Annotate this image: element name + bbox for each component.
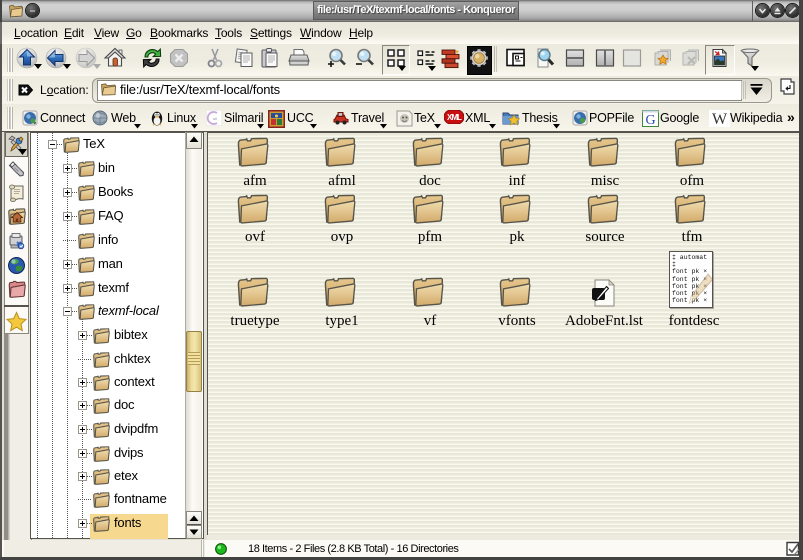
svg-text:W: W — [712, 111, 728, 127]
svg-text:G: G — [645, 113, 655, 127]
svg-text:sil: sil — [213, 116, 217, 121]
svg-text:XML: XML — [447, 113, 462, 122]
